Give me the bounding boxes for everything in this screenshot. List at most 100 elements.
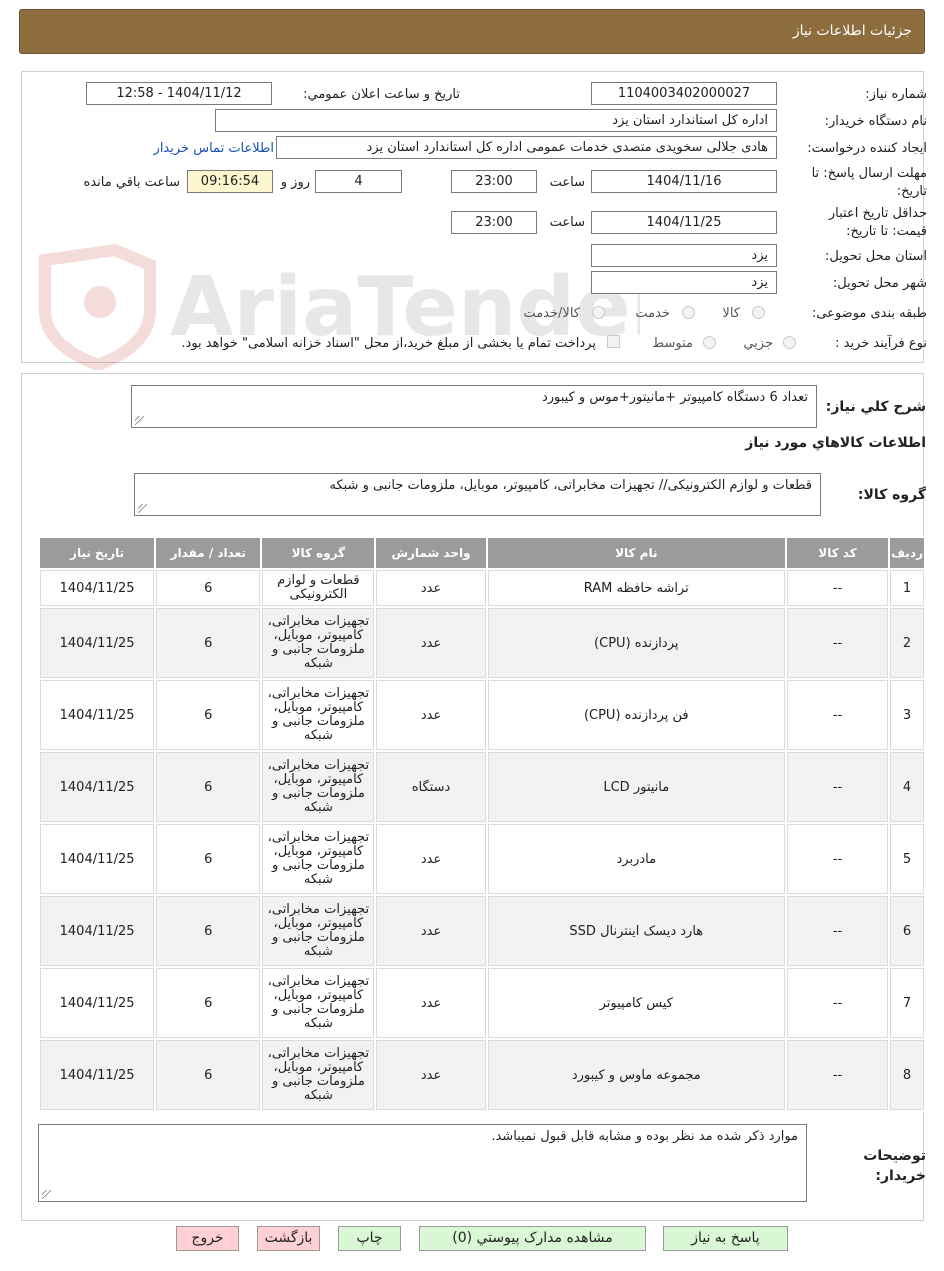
buyer-org-field[interactable]: اداره کل استاندارد استان یزد	[215, 109, 777, 132]
table-row: 5 -- مادربرد عدد تجهیزات مخابراتی، کامپی…	[40, 824, 924, 894]
cell-row-number: 3	[890, 680, 924, 750]
validity-date-field[interactable]: 1404/11/25	[591, 211, 777, 234]
table-row: 6 -- هارد دیسک اینترنال SSD عدد تجهیزات …	[40, 896, 924, 966]
cell-unit: عدد	[376, 824, 486, 894]
process-radio-minor[interactable]	[783, 336, 796, 349]
print-button[interactable]: چاپ	[338, 1226, 401, 1251]
reply-button[interactable]: پاسخ به نیاز	[663, 1226, 788, 1251]
cell-unit: عدد	[376, 680, 486, 750]
table-header-row: ردیف کد کالا نام کالا واحد شمارش گروه کا…	[40, 538, 924, 568]
deadline-label: مهلت ارسال پاسخ: تا تاریخ:	[811, 166, 927, 199]
resize-grip-icon[interactable]	[138, 504, 147, 513]
table-row: 4 -- مانیتور LCD دستگاه تجهیزات مخابراتی…	[40, 752, 924, 822]
table-row: 7 -- کیس کامپیوتر عدد تجهیزات مخابراتی، …	[40, 968, 924, 1038]
cell-unit: عدد	[376, 570, 486, 606]
cell-group: تجهیزات مخابراتی، کامپیوتر، موبایل، ملزو…	[262, 608, 375, 678]
cell-group: قطعات و لوازم الکترونیکی	[262, 570, 375, 606]
category-radio-service[interactable]	[682, 306, 695, 319]
days-label: روز و	[280, 175, 310, 190]
resize-grip-icon[interactable]	[42, 1190, 51, 1199]
page-header: جزئیات اطلاعات نیاز	[19, 9, 925, 54]
creator-field[interactable]: هادی جلالی سخویدی متصدی خدمات عمومی ادار…	[276, 136, 777, 159]
cell-name: مانیتور LCD	[487, 752, 785, 822]
cell-name: مجموعه ماوس و کیبورد	[487, 1040, 785, 1110]
need-number-field[interactable]: 1104003402000027	[591, 82, 777, 105]
goods-group-textarea[interactable]: قطعات و لوازم الکترونیکی// تجهیزات مخابر…	[134, 473, 821, 516]
cell-name: کیس کامپیوتر	[487, 968, 785, 1038]
buyer-notes-label: توضیحات خریدار:	[863, 1148, 926, 1184]
table-row: 2 -- پردازنده (CPU) عدد تجهیزات مخابراتی…	[40, 608, 924, 678]
cell-row-number: 7	[890, 968, 924, 1038]
cell-date: 1404/11/25	[40, 680, 155, 750]
resize-grip-icon[interactable]	[135, 416, 144, 425]
validity-label: حداقل تاریخ اعتبار قیمت: تا تاریخ:	[828, 206, 927, 239]
deadline-date-field[interactable]: 1404/11/16	[591, 170, 777, 193]
cell-qty: 6	[156, 1040, 261, 1110]
cell-code: --	[786, 896, 889, 966]
back-button[interactable]: بازگشت	[257, 1226, 320, 1251]
province-field[interactable]: یزد	[591, 244, 777, 267]
treasury-payment-checkbox[interactable]	[607, 335, 620, 348]
goods-info-title: اطلاعات كالاهاي مورد نیاز	[745, 435, 926, 451]
table-row: 3 -- فن پردازنده (CPU) عدد تجهیزات مخابر…	[40, 680, 924, 750]
cell-qty: 6	[156, 752, 261, 822]
cell-qty: 6	[156, 680, 261, 750]
validity-time-field[interactable]: 23:00	[451, 211, 537, 234]
process-option-minor: جزیي	[743, 336, 773, 351]
days-field[interactable]: 4	[315, 170, 402, 193]
validity-time-label: ساعت	[549, 215, 585, 230]
cell-row-number: 4	[890, 752, 924, 822]
category-option-both: کالا/خدمت	[523, 306, 580, 321]
exit-button[interactable]: خروج	[176, 1226, 239, 1251]
province-label: استان محل تحویل:	[825, 249, 927, 264]
cell-date: 1404/11/25	[40, 1040, 155, 1110]
treasury-payment-note: پرداخت تمام یا بخشی از مبلغ خرید،از محل …	[181, 336, 596, 351]
cell-name: فن پردازنده (CPU)	[487, 680, 785, 750]
category-label: طبقه بندی موضوعی:	[811, 306, 927, 321]
cell-code: --	[786, 680, 889, 750]
buyer-contact-link[interactable]: اطلاعات تماس خریدار	[154, 141, 274, 156]
cell-qty: 6	[156, 608, 261, 678]
announce-label: تاریخ و ساعت اعلان عمومي:	[303, 87, 460, 102]
col-header-qty: تعداد / مقدار	[156, 538, 261, 568]
cell-row-number: 1	[890, 570, 924, 606]
remaining-time-field: 09:16:54	[187, 170, 273, 193]
cell-date: 1404/11/25	[40, 570, 155, 606]
deadline-time-field[interactable]: 23:00	[451, 170, 537, 193]
cell-qty: 6	[156, 968, 261, 1038]
cell-name: مادربرد	[487, 824, 785, 894]
summary-textarea[interactable]: تعداد 6 دستگاه کامپیوتر +مانیتور+موس و ک…	[131, 385, 817, 428]
cell-code: --	[786, 570, 889, 606]
goods-group-text: قطعات و لوازم الکترونیکی// تجهیزات مخابر…	[329, 478, 812, 493]
city-field[interactable]: یزد	[591, 271, 777, 294]
cell-code: --	[786, 1040, 889, 1110]
cell-qty: 6	[156, 896, 261, 966]
cell-date: 1404/11/25	[40, 896, 155, 966]
cell-group: تجهیزات مخابراتی، کامپیوتر، موبایل، ملزو…	[262, 1040, 375, 1110]
cell-code: --	[786, 824, 889, 894]
view-attachments-button[interactable]: مشاهده مدارک پیوستي (0)	[419, 1226, 646, 1251]
cell-group: تجهیزات مخابراتی، کامپیوتر، موبایل، ملزو…	[262, 896, 375, 966]
need-number-label: شماره نیاز:	[865, 87, 927, 102]
announce-field[interactable]: 1404/11/12 - 12:58	[86, 82, 272, 105]
cell-row-number: 8	[890, 1040, 924, 1110]
category-radio-both[interactable]	[592, 306, 605, 319]
process-option-medium: متوسط	[652, 336, 693, 351]
buyer-notes-textarea[interactable]: موارد ذکر شده مد نظر بوده و مشابه قابل ق…	[38, 1124, 807, 1202]
cell-group: تجهیزات مخابراتی، کامپیوتر، موبایل، ملزو…	[262, 968, 375, 1038]
table-row: 1 -- تراشه حافظه RAM عدد قطعات و لوازم ا…	[40, 570, 924, 606]
category-radio-goods[interactable]	[752, 306, 765, 319]
cell-name: تراشه حافظه RAM	[487, 570, 785, 606]
cell-group: تجهیزات مخابراتی، کامپیوتر، موبایل، ملزو…	[262, 680, 375, 750]
cell-group: تجهیزات مخابراتی، کامپیوتر، موبایل، ملزو…	[262, 752, 375, 822]
col-header-name: نام کالا	[487, 538, 785, 568]
col-header-unit: واحد شمارش	[376, 538, 486, 568]
col-header-row: ردیف	[890, 538, 924, 568]
cell-group: تجهیزات مخابراتی، کامپیوتر، موبایل، ملزو…	[262, 824, 375, 894]
process-radio-medium[interactable]	[703, 336, 716, 349]
cell-qty: 6	[156, 824, 261, 894]
cell-date: 1404/11/25	[40, 968, 155, 1038]
cell-row-number: 2	[890, 608, 924, 678]
buyer-org-label: نام دستگاه خریدار:	[824, 114, 927, 129]
cell-unit: عدد	[376, 608, 486, 678]
